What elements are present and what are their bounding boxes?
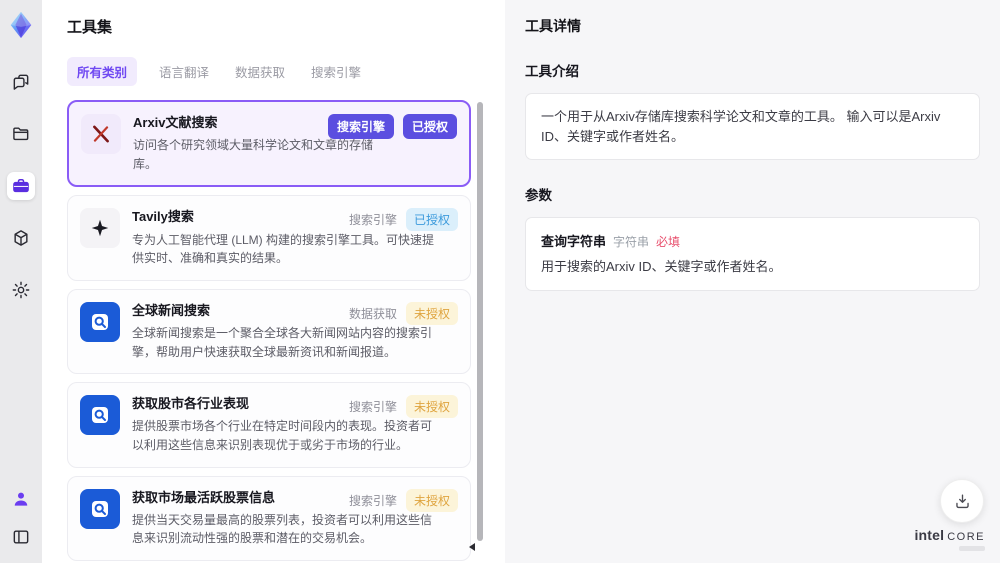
page-title: 工具集 [67, 19, 113, 36]
param-head: 查询字符串 字符串 必填 [541, 231, 964, 250]
briefcase-icon [13, 179, 29, 193]
sidebar-item-models[interactable] [7, 224, 35, 252]
category-tabs: 所有类别 语言翻译 数据获取 搜索引擎 [67, 57, 485, 86]
category-badge: 搜索引擎 [327, 114, 394, 139]
arxiv-logo-icon [81, 114, 121, 154]
tool-card-global-news[interactable]: 全球新闻搜索 全球新闻搜索是一个聚合全球各大新闻网站内容的搜索引擎，帮助用户快速… [67, 288, 471, 375]
category-label: 搜索引擎 [348, 213, 397, 228]
news-search-icon [80, 301, 120, 342]
sidebar-item-chat[interactable] [7, 68, 35, 96]
tool-name: Tavily搜索 [132, 209, 194, 225]
tool-card-tavily[interactable]: Tavily搜索 专为人工智能代理 (LLM) 构建的搜索引擎工具。可快速提供实… [67, 195, 471, 281]
intel-core-sublabel-bar [959, 546, 985, 551]
tool-name: 全球新闻搜索 [132, 302, 211, 318]
tab-language-translation[interactable]: 语言翻译 [155, 57, 213, 86]
stock-sector-icon [80, 395, 120, 436]
param-required-badge: 必填 [656, 235, 681, 249]
gear-icon [12, 281, 30, 299]
tool-badges: 搜索引擎 已授权 [327, 114, 457, 139]
status-badge: 已授权 [402, 114, 457, 139]
sidebar-nav [7, 68, 35, 304]
tool-description: 专为人工智能代理 (LLM) 构建的搜索引擎工具。可快速提供实时、准确和真实的结… [132, 232, 435, 266]
tool-list: Arxiv文献搜索 访问各个研究领域大量科学论文和文章的存储库。 搜索引擎 已授… [67, 100, 485, 563]
intel-core-logo: intel CORE [914, 527, 985, 551]
sidebar-item-settings[interactable] [7, 276, 35, 304]
download-button[interactable] [940, 479, 984, 523]
toolbox-panel: 工具集 所有类别 语言翻译 数据获取 搜索引擎 Arxiv文献搜索 访问各个研究… [42, 0, 505, 563]
panel-layout-icon [13, 530, 29, 544]
sidebar-bottom [7, 485, 35, 551]
tab-data-fetching[interactable]: 数据获取 [231, 57, 289, 86]
intro-box: 一个用于从Arxiv存储库搜索科学论文和文章的工具。 输入可以是Arxiv ID… [525, 93, 980, 160]
tool-badges: 搜索引擎 未授权 [348, 488, 458, 512]
cube-icon [14, 230, 28, 246]
tool-description: 提供股票市场各个行业在特定时间段内的表现。投资者可以利用这些信息来识别表现优于或… [132, 419, 433, 452]
download-icon [955, 493, 969, 508]
tool-badges: 搜索引擎 已授权 [348, 208, 458, 232]
tool-card-stock-sectors[interactable]: 获取股市各行业表现 提供股票市场各个行业在特定时间段内的表现。投资者可以利用这些… [67, 382, 471, 468]
list-scrollbar[interactable] [477, 102, 483, 541]
category-label: 搜索引擎 [348, 493, 397, 508]
scroll-arrow-icon[interactable] [469, 543, 475, 551]
status-badge: 已授权 [405, 208, 458, 232]
tool-name: 获取股市各行业表现 [132, 396, 250, 412]
category-label: 数据获取 [348, 306, 397, 321]
intel-text: intel [914, 527, 945, 543]
tool-description: 访问各个研究领域大量科学论文和文章的存储库。 [133, 138, 374, 171]
app-window: 工具集 所有类别 语言翻译 数据获取 搜索引擎 Arxiv文献搜索 访问各个研究… [0, 0, 1000, 563]
params-heading: 参数 [525, 188, 552, 203]
core-text: CORE [947, 531, 985, 543]
intro-heading: 工具介绍 [525, 64, 579, 79]
status-badge: 未授权 [405, 488, 458, 512]
intro-text: 一个用于从Arxiv存储库搜索科学论文和文章的工具。 输入可以是Arxiv ID… [541, 109, 941, 144]
tool-badges: 搜索引擎 未授权 [348, 395, 458, 419]
sidebar-item-toolbox[interactable] [7, 172, 35, 200]
tab-all-categories[interactable]: 所有类别 [67, 57, 138, 86]
tavily-star-icon [80, 208, 120, 249]
tab-search-engine[interactable]: 搜索引擎 [307, 57, 365, 86]
tool-badges: 数据获取 未授权 [348, 301, 458, 325]
tool-description: 全球新闻搜索是一个聚合全球各大新闻网站内容的搜索引擎，帮助用户快速获取全球最新资… [132, 325, 433, 359]
sidebar [0, 0, 42, 563]
user-avatar[interactable] [7, 485, 35, 513]
folder-icon [13, 127, 29, 141]
tool-card-active-stocks[interactable]: 获取市场最活跃股票信息 提供当天交易量最高的股票列表，投资者可以利用这些信息来识… [67, 475, 471, 561]
active-stock-icon [80, 488, 120, 529]
diamond-logo-icon [10, 11, 32, 39]
person-icon [14, 492, 28, 506]
chat-icon [13, 74, 29, 90]
details-title: 工具详情 [525, 18, 581, 34]
sidebar-item-files[interactable] [7, 120, 35, 148]
tool-card-arxiv[interactable]: Arxiv文献搜索 访问各个研究领域大量科学论文和文章的存储库。 搜索引擎 已授… [67, 100, 471, 188]
app-logo[interactable] [6, 10, 36, 42]
status-badge: 未授权 [405, 395, 458, 419]
param-box: 查询字符串 字符串 必填 用于搜索的Arxiv ID、关键字或作者姓名。 [525, 217, 980, 291]
tool-name: Arxiv文献搜索 [133, 115, 218, 130]
status-badge: 未授权 [405, 301, 458, 325]
intel-core-wordmark: intel CORE [914, 527, 985, 543]
tool-details-panel: 工具详情 工具介绍 一个用于从Arxiv存储库搜索科学论文和文章的工具。 输入可… [505, 0, 1000, 563]
category-label: 搜索引擎 [348, 400, 397, 415]
tool-name: 获取市场最活跃股票信息 [132, 489, 276, 505]
param-type: 字符串 [613, 235, 650, 249]
sidebar-collapse-button[interactable] [7, 523, 35, 551]
tool-description: 提供当天交易量最高的股票列表，投资者可以利用这些信息来识别流动性强的股票和潜在的… [132, 512, 433, 546]
param-name: 查询字符串 [541, 234, 607, 249]
param-description: 用于搜索的Arxiv ID、关键字或作者姓名。 [541, 259, 782, 274]
